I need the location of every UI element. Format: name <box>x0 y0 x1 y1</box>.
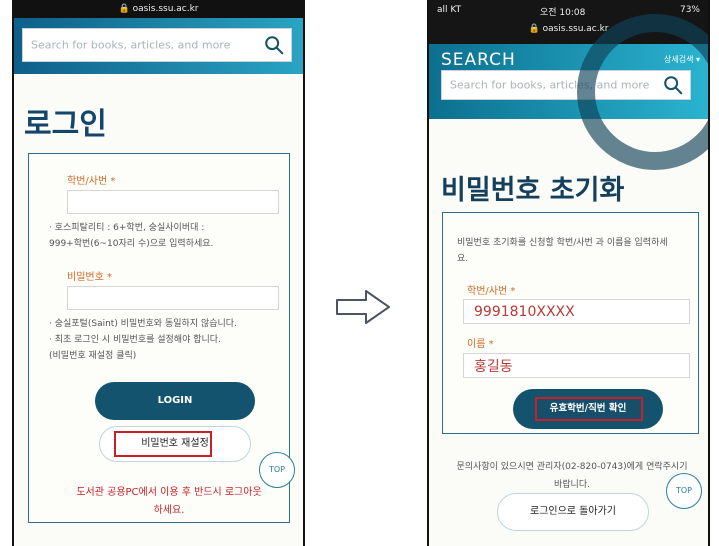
id-help: · 호스피탈리티 : 6+학번, 숭실사이버대 : 999+학번(6~10자리 … <box>49 220 274 252</box>
id-help-line-2: 999+학번(6~10자리 수)으로 입력하세요. <box>49 239 214 249</box>
right-phone-screen: all KT 오전 10:08 73% 🔒 oasis.ssu.ac.kr SE… <box>427 0 710 546</box>
password-help-line-3: (비밀번호 재설정 클릭) <box>49 351 137 361</box>
back-to-login-button[interactable]: 로그인으로 돌아가기 <box>497 493 649 531</box>
time-status: 오전 10:08 <box>540 8 586 18</box>
lock-icon: 🔒 <box>118 4 130 14</box>
password-reset-form: 비밀번호 초기화를 신청할 학번/사번 과 이름을 입력하세요. 학번/사번 *… <box>442 212 699 434</box>
password-help-line-1: · 숭실포털(Saint) 비밀번호와 동일하지 않습니다. <box>49 319 237 329</box>
battery-status: 73% <box>679 5 700 15</box>
login-form: 학번/사번 * · 호스피탈리티 : 6+학번, 숭실사이버대 : 999+학번… <box>28 153 290 523</box>
password-help: · 숭실포털(Saint) 비밀번호와 동일하지 않습니다. · 최초 로그인 … <box>49 316 284 364</box>
search-icon[interactable] <box>263 34 285 56</box>
highlight-box <box>114 431 212 457</box>
right-arrow-icon <box>336 290 390 324</box>
login-button[interactable]: LOGIN <box>95 382 255 420</box>
name-label: 이름 * <box>467 339 494 350</box>
id-value: 9991810XXXX <box>474 303 575 320</box>
reset-description: 비밀번호 초기화를 신청할 학번/사번 과 이름을 입력하세요. <box>457 238 668 264</box>
search-placeholder: Search for books, articles, and more <box>450 78 650 92</box>
lock-icon: 🔒 <box>528 24 540 34</box>
search-header: SEARCH 상세검색 ▾ Search for books, articles… <box>429 14 708 170</box>
status-url: oasis.ssu.ac.kr <box>132 4 199 14</box>
id-input[interactable] <box>67 190 279 214</box>
search-heading: SEARCH <box>441 50 516 70</box>
detail-search-link[interactable]: 상세검색 ▾ <box>664 54 700 65</box>
signal-status: all KT <box>437 5 462 15</box>
contact-note-line-1: 문의사항이 있으시면 관리자(02-820-0743)에게 연락주시기 <box>456 462 688 472</box>
search-icon[interactable] <box>662 74 684 96</box>
scroll-top-button[interactable]: TOP <box>666 473 702 509</box>
scroll-top-button[interactable]: TOP <box>259 452 295 488</box>
id-label: 학번/사번 * <box>467 286 516 297</box>
search-header: Search for books, articles, and more <box>14 18 303 74</box>
left-phone-screen: 🔒 oasis.ssu.ac.kr Search for books, arti… <box>12 0 305 546</box>
id-input[interactable]: 9991810XXXX <box>463 299 690 324</box>
password-help-line-2: · 최초 로그인 시 비밀번호를 설정해야 합니다. <box>49 335 221 345</box>
id-label: 학번/사번 * <box>67 176 116 187</box>
id-help-line-1: · 호스피탈리티 : 6+학번, 숭실사이버대 : <box>49 223 205 233</box>
url-text: oasis.ssu.ac.kr <box>542 24 609 34</box>
page-title: 로그인 <box>24 107 107 142</box>
password-input[interactable] <box>67 286 279 310</box>
page-title: 비밀번호 초기화 <box>441 175 625 206</box>
logout-warning-line-1: 도서관 공용PC에서 이용 후 반드시 로그아웃 <box>76 487 262 498</box>
name-value: 홍길동 <box>474 358 513 375</box>
confirm-id-button[interactable]: 유효학번/직번 확인 <box>513 389 663 429</box>
confirm-id-label: 유효학번/직번 확인 <box>549 403 627 414</box>
logout-warning-line-2: 하세요. <box>153 505 185 516</box>
logout-warning: 도서관 공용PC에서 이용 후 반드시 로그아웃 하세요. <box>59 484 279 520</box>
password-label: 비밀번호 * <box>67 272 112 283</box>
search-placeholder: Search for books, articles, and more <box>31 38 231 52</box>
search-input[interactable]: Search for books, articles, and more <box>441 70 691 100</box>
browser-status-bar: 🔒 oasis.ssu.ac.kr <box>14 0 303 18</box>
search-input[interactable]: Search for books, articles, and more <box>22 28 292 62</box>
name-input[interactable]: 홍길동 <box>463 353 690 378</box>
